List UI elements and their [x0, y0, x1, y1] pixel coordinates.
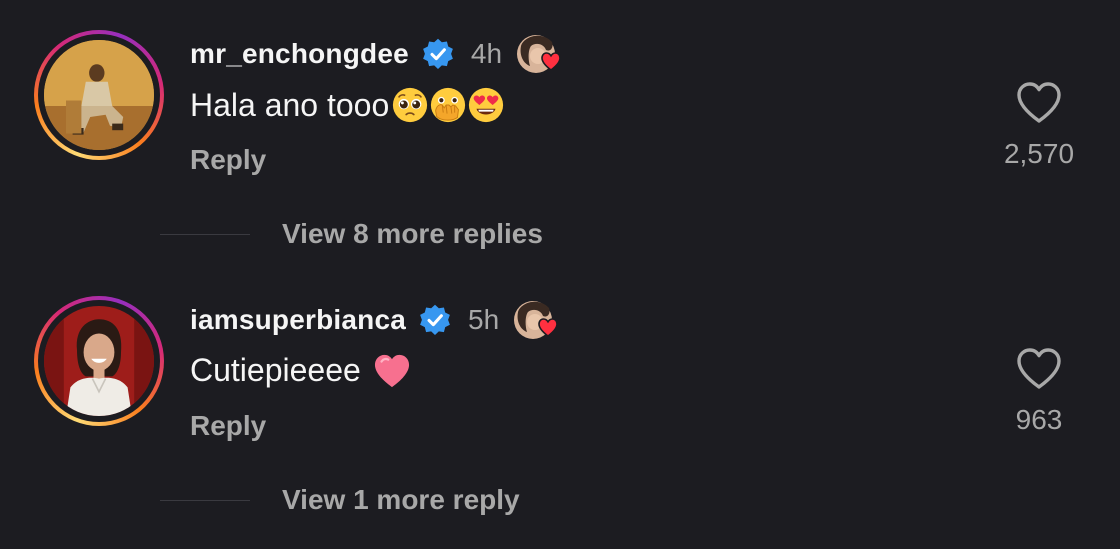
comment-body: Cutiepieeee: [190, 352, 411, 389]
view-more-replies-label[interactable]: View 1 more reply: [282, 484, 520, 516]
comment-meta: mr_enchongdee 4h: [190, 32, 570, 76]
comment-text: Hala ano tooo: [190, 86, 390, 123]
like-count: 2,570: [1003, 138, 1075, 169]
verified-badge-icon: [421, 37, 455, 71]
divider: [160, 233, 250, 235]
avatar[interactable]: [44, 306, 154, 416]
liked-by-creator-icon: [513, 298, 567, 342]
avatar[interactable]: [44, 40, 154, 150]
reply-button[interactable]: Reply: [190, 144, 266, 176]
view-more-replies-button[interactable]: View 8 more replies: [160, 218, 543, 250]
like-area: 963: [984, 346, 1094, 436]
timestamp: 5h: [468, 304, 500, 335]
story-ring[interactable]: [34, 296, 164, 426]
face-with-open-eyes-and-hand-over-mouth-icon: [431, 87, 466, 123]
pink-heart-icon: [374, 354, 409, 387]
smiling-face-with-heart-eyes-icon: [469, 87, 504, 123]
pleading-face-icon: [393, 87, 428, 123]
emoji-group: [373, 353, 411, 389]
verified-badge-icon: [418, 303, 452, 337]
like-count: 963: [1015, 404, 1063, 435]
username[interactable]: iamsuperbianca: [190, 304, 406, 336]
comment-meta: iamsuperbianca 5h: [190, 298, 567, 342]
avatar-gap: [38, 300, 160, 422]
like-area: 2,570: [984, 80, 1094, 170]
avatar-gap: [38, 34, 160, 156]
divider: [160, 499, 250, 501]
view-more-replies-button[interactable]: View 1 more reply: [160, 484, 520, 516]
comment-body: Hala ano tooo: [190, 86, 505, 124]
comment-text: Cutiepieeee: [190, 352, 361, 388]
view-more-replies-label[interactable]: View 8 more replies: [282, 218, 543, 250]
story-ring[interactable]: [34, 30, 164, 160]
timestamp: 4h: [470, 38, 503, 69]
reply-button[interactable]: Reply: [190, 410, 266, 442]
username[interactable]: mr_enchongdee: [190, 38, 409, 70]
heart-outline-icon[interactable]: [1015, 80, 1063, 124]
emoji-group: [391, 86, 505, 124]
heart-outline-icon[interactable]: [1015, 346, 1063, 390]
liked-by-creator-icon: [516, 32, 570, 76]
